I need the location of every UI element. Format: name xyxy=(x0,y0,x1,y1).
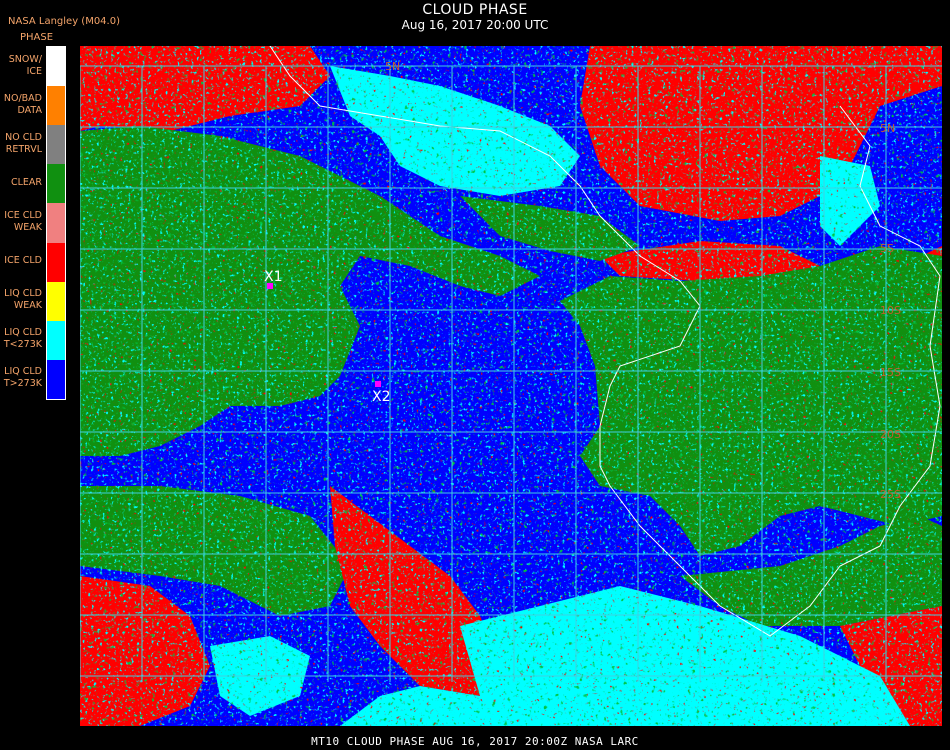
map-footer: MT10 CLOUD PHASE AUG 16, 2017 20:00Z NAS… xyxy=(311,735,639,748)
agency-label: NASA Langley (M04.0) xyxy=(8,16,120,27)
map-title: CLOUD PHASE xyxy=(422,2,528,18)
legend-label-ice-cloud-weak: ICE CLD WEAK xyxy=(4,210,42,233)
legend-label-ice-cloud: ICE CLD xyxy=(4,255,42,267)
texture-red-speckle xyxy=(80,46,942,726)
site-marker-label: X1 xyxy=(264,269,283,285)
map-timestamp: Aug 16, 2017 20:00 UTC xyxy=(401,18,549,32)
latitude-label: 5N xyxy=(385,60,400,73)
legend-label-no-cloud-retrieval: NO CLD RETRVL xyxy=(5,131,42,155)
legend-swatch-snow-ice xyxy=(47,47,65,87)
legend-color-bar xyxy=(46,46,66,400)
legend-title: PHASE xyxy=(20,32,54,43)
site-marker-dot xyxy=(375,381,381,387)
latitude-label: 15S xyxy=(880,366,901,379)
latitude-label: 5N xyxy=(880,122,895,135)
site-marker-label: X2 xyxy=(372,389,391,405)
legend-swatch-no-bad-data xyxy=(47,86,65,126)
legend-swatch-ice-cloud xyxy=(47,242,65,282)
legend-label-liquid-cloud-warm: LIQ CLD T>273K xyxy=(3,366,42,390)
legend-label-liquid-cloud-weak: LIQ CLD WEAK xyxy=(4,288,42,312)
latitude-label: 20S xyxy=(880,428,901,441)
latitude-label: 25S xyxy=(880,488,901,501)
legend-label-liquid-cloud-cold: LIQ CLD T<273K xyxy=(3,327,42,351)
legend-swatch-liquid-cloud-warm xyxy=(47,359,65,399)
cloud-phase-map[interactable]: 5N 5N 5S 10S 15S 20S 25S X1 X2 xyxy=(79,45,942,726)
legend-label-snow-ice: SNOW/ ICE xyxy=(8,53,42,77)
legend-label-clear: CLEAR xyxy=(10,176,42,188)
legend-swatch-liquid-cloud-cold xyxy=(47,320,65,360)
latitude-label: 5S xyxy=(880,242,894,255)
legend-swatch-liquid-cloud-weak xyxy=(47,281,65,321)
legend-swatch-ice-cloud-weak xyxy=(47,203,65,243)
legend-swatch-no-cloud-retrieval xyxy=(47,125,65,165)
legend-swatch-clear xyxy=(47,164,65,204)
legend-label-no-bad-data: NO/BAD DATA xyxy=(3,92,42,116)
latitude-label: 10S xyxy=(880,304,901,317)
